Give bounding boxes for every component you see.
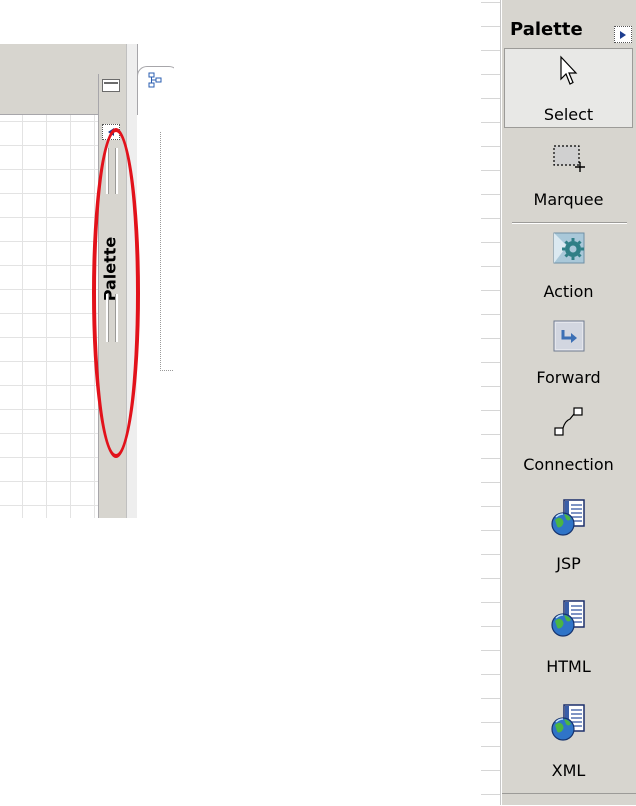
tool-select[interactable]: Select (504, 48, 633, 128)
triangle-right-icon (620, 30, 626, 39)
outline-tree-icon (148, 72, 162, 88)
tool-label: JSP (556, 554, 581, 573)
editor-canvas-edge (481, 0, 501, 805)
tool-action[interactable]: Action (504, 228, 633, 308)
editor-canvas-grid[interactable] (0, 115, 98, 518)
outline-content (160, 132, 174, 371)
tool-label: HTML (546, 657, 591, 676)
tool-label: Action (543, 282, 594, 301)
arrow-pointer-icon (559, 55, 577, 85)
tool-html[interactable]: HTML (504, 597, 633, 687)
globe-page-icon (550, 600, 585, 637)
highlight-ellipse (92, 128, 140, 458)
tool-label: Select (543, 105, 594, 124)
tool-xml[interactable]: XML (504, 701, 633, 791)
tool-jsp[interactable]: JSP (504, 494, 633, 584)
tool-label: Forward (536, 368, 601, 387)
tool-forward[interactable]: Forward (504, 314, 633, 394)
tool-marquee[interactable]: Marquee (504, 134, 633, 218)
palette-panel: Palette Select Marquee Action Forward Co… (501, 0, 636, 805)
maximize-icon[interactable] (102, 79, 120, 92)
connection-icon (553, 407, 583, 436)
palette-bottom-edge (502, 793, 636, 806)
tool-connection[interactable]: Connection (504, 403, 633, 483)
collapsed-editor-view: Palette (0, 44, 174, 518)
marquee-icon (552, 145, 585, 172)
tool-label: Marquee (533, 190, 604, 209)
forward-arrow-icon (553, 320, 584, 352)
tool-label: Connection (523, 455, 614, 474)
action-gear-icon (553, 232, 584, 264)
expanded-palette-view: Palette Select Marquee Action Forward Co… (481, 0, 636, 805)
globe-page-icon (550, 499, 585, 536)
collapse-palette-button[interactable] (614, 26, 632, 43)
tool-label: XML (551, 761, 586, 780)
palette-header: Palette (502, 6, 636, 46)
globe-page-icon (550, 704, 585, 741)
palette-separator (512, 222, 627, 224)
palette-title: Palette (510, 19, 583, 40)
